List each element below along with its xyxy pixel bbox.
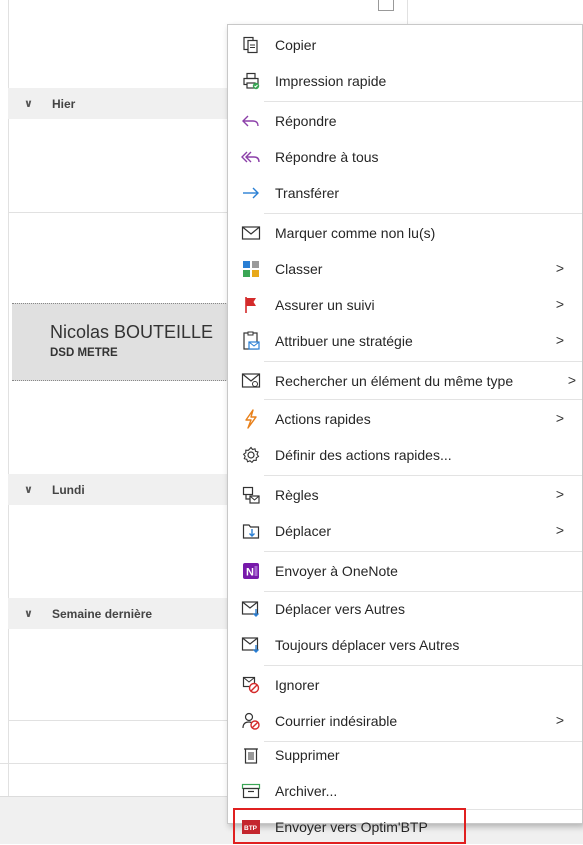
menu-item-delete[interactable]: Supprimer — [228, 737, 582, 773]
move-icon — [241, 521, 261, 541]
menu-label: Définir des actions rapides... — [275, 447, 452, 463]
menu-label: Répondre à tous — [275, 149, 379, 165]
archive-icon — [241, 781, 261, 801]
lightning-icon — [241, 409, 261, 429]
junk-icon — [241, 711, 261, 731]
copy-icon — [241, 35, 261, 55]
divider — [8, 212, 230, 213]
pane-left-border — [8, 0, 9, 843]
menu-item-assign-policy[interactable]: Attribuer une stratégie > — [228, 323, 582, 359]
menu-separator — [264, 665, 582, 666]
menu-item-rules[interactable]: Règles > — [228, 477, 582, 513]
menu-separator — [264, 399, 582, 400]
ignore-icon — [241, 675, 261, 695]
menu-item-quick-actions[interactable]: Actions rapides > — [228, 401, 582, 437]
submenu-arrow-icon: > — [555, 712, 564, 728]
menu-item-move-to-other[interactable]: Déplacer vers Autres — [228, 591, 582, 627]
menu-label: Marquer comme non lu(s) — [275, 225, 436, 241]
submenu-arrow-icon: > — [555, 296, 564, 312]
menu-separator — [264, 213, 582, 214]
mail-subject: DSD METRE — [50, 347, 118, 359]
find-related-icon — [241, 371, 261, 391]
menu-label: Déplacer — [275, 523, 332, 539]
gear-icon — [241, 445, 261, 465]
menu-label: Supprimer — [275, 747, 340, 763]
menu-item-forward[interactable]: Transférer — [228, 175, 582, 211]
delete-icon — [241, 745, 261, 765]
menu-label: Assurer un suivi — [275, 297, 375, 313]
rules-icon — [241, 485, 261, 505]
categorize-icon — [241, 259, 261, 279]
menu-label: Rechercher un élément du même type — [275, 373, 514, 389]
submenu-arrow-icon: > — [555, 260, 564, 276]
group-label: Hier — [52, 96, 76, 111]
menu-item-reply[interactable]: Répondre — [228, 103, 582, 139]
move-to-other-icon — [241, 599, 261, 619]
menu-label: Archiver... — [275, 783, 338, 799]
context-menu: Copier Impression rapide Répondre Répond… — [227, 24, 583, 844]
svg-text:N: N — [246, 567, 254, 579]
quick-print-icon — [241, 71, 261, 91]
submenu-arrow-icon: > — [555, 486, 564, 502]
menu-separator — [264, 475, 582, 476]
forward-icon — [241, 183, 261, 203]
menu-separator — [264, 101, 582, 102]
menu-separator — [264, 361, 582, 362]
menu-item-follow-up[interactable]: Assurer un suivi > — [228, 287, 582, 323]
submenu-arrow-icon: > — [555, 522, 564, 538]
policy-icon — [241, 331, 261, 351]
menu-item-send-to-onenote[interactable]: N Envoyer à OneNote — [228, 553, 582, 589]
onenote-icon: N — [241, 561, 261, 581]
menu-item-categorize[interactable]: Classer > — [228, 251, 582, 287]
divider — [8, 720, 230, 721]
menu-label: Règles — [275, 487, 319, 503]
menu-item-find-related[interactable]: Rechercher un élément du même type > — [228, 363, 582, 399]
menu-item-ignore[interactable]: Ignorer — [228, 667, 582, 703]
menu-separator — [264, 551, 582, 552]
menu-item-move[interactable]: Déplacer > — [228, 513, 582, 549]
submenu-arrow-icon: > — [567, 372, 576, 388]
reply-icon — [241, 111, 261, 131]
submenu-arrow-icon: > — [555, 410, 564, 426]
menu-item-junk[interactable]: Courrier indésirable > — [228, 703, 582, 739]
menu-item-mark-unread[interactable]: Marquer comme non lu(s) — [228, 215, 582, 251]
menu-label: Envoyer à OneNote — [275, 563, 398, 579]
divider — [0, 763, 230, 764]
checkbox[interactable] — [378, 0, 394, 11]
menu-item-reply-all[interactable]: Répondre à tous — [228, 139, 582, 175]
highlight-box — [233, 808, 466, 844]
menu-label: Actions rapides — [275, 411, 371, 427]
menu-item-define-quick-actions[interactable]: Définir des actions rapides... — [228, 437, 582, 473]
chevron-down-icon: ∨ — [24, 608, 33, 620]
reply-all-icon — [241, 147, 261, 167]
menu-label: Classer — [275, 261, 323, 277]
menu-label: Attribuer une stratégie — [275, 333, 413, 349]
menu-label: Déplacer vers Autres — [275, 601, 405, 617]
menu-item-copy[interactable]: Copier — [228, 27, 582, 63]
chevron-down-icon: ∨ — [24, 484, 33, 496]
envelope-icon — [241, 223, 261, 243]
menu-label: Ignorer — [275, 677, 320, 693]
submenu-arrow-icon: > — [555, 332, 564, 348]
group-label: Semaine dernière — [52, 606, 153, 621]
group-header-last-week[interactable]: ∨ Semaine dernière — [8, 598, 230, 629]
group-header-monday[interactable]: ∨ Lundi — [8, 474, 230, 505]
menu-label: Impression rapide — [275, 73, 387, 89]
menu-label: Copier — [275, 37, 317, 53]
menu-item-archive[interactable]: Archiver... — [228, 773, 582, 809]
menu-label: Courrier indésirable — [275, 713, 398, 729]
menu-label: Répondre — [275, 113, 337, 129]
menu-item-quick-print[interactable]: Impression rapide — [228, 63, 582, 99]
menu-label: Transférer — [275, 185, 340, 201]
mail-sender: Nicolas BOUTEILLE — [50, 322, 214, 342]
flag-icon — [241, 295, 261, 315]
always-move-to-other-icon — [241, 635, 261, 655]
group-label: Lundi — [52, 482, 85, 497]
chevron-down-icon: ∨ — [24, 98, 33, 110]
mail-item-selected[interactable]: Nicolas BOUTEILLE DSD METRE — [12, 303, 230, 381]
menu-item-always-move-to-other[interactable]: Toujours déplacer vers Autres — [228, 627, 582, 663]
group-header-yesterday[interactable]: ∨ Hier — [8, 88, 230, 119]
menu-label: Toujours déplacer vers Autres — [275, 637, 460, 653]
